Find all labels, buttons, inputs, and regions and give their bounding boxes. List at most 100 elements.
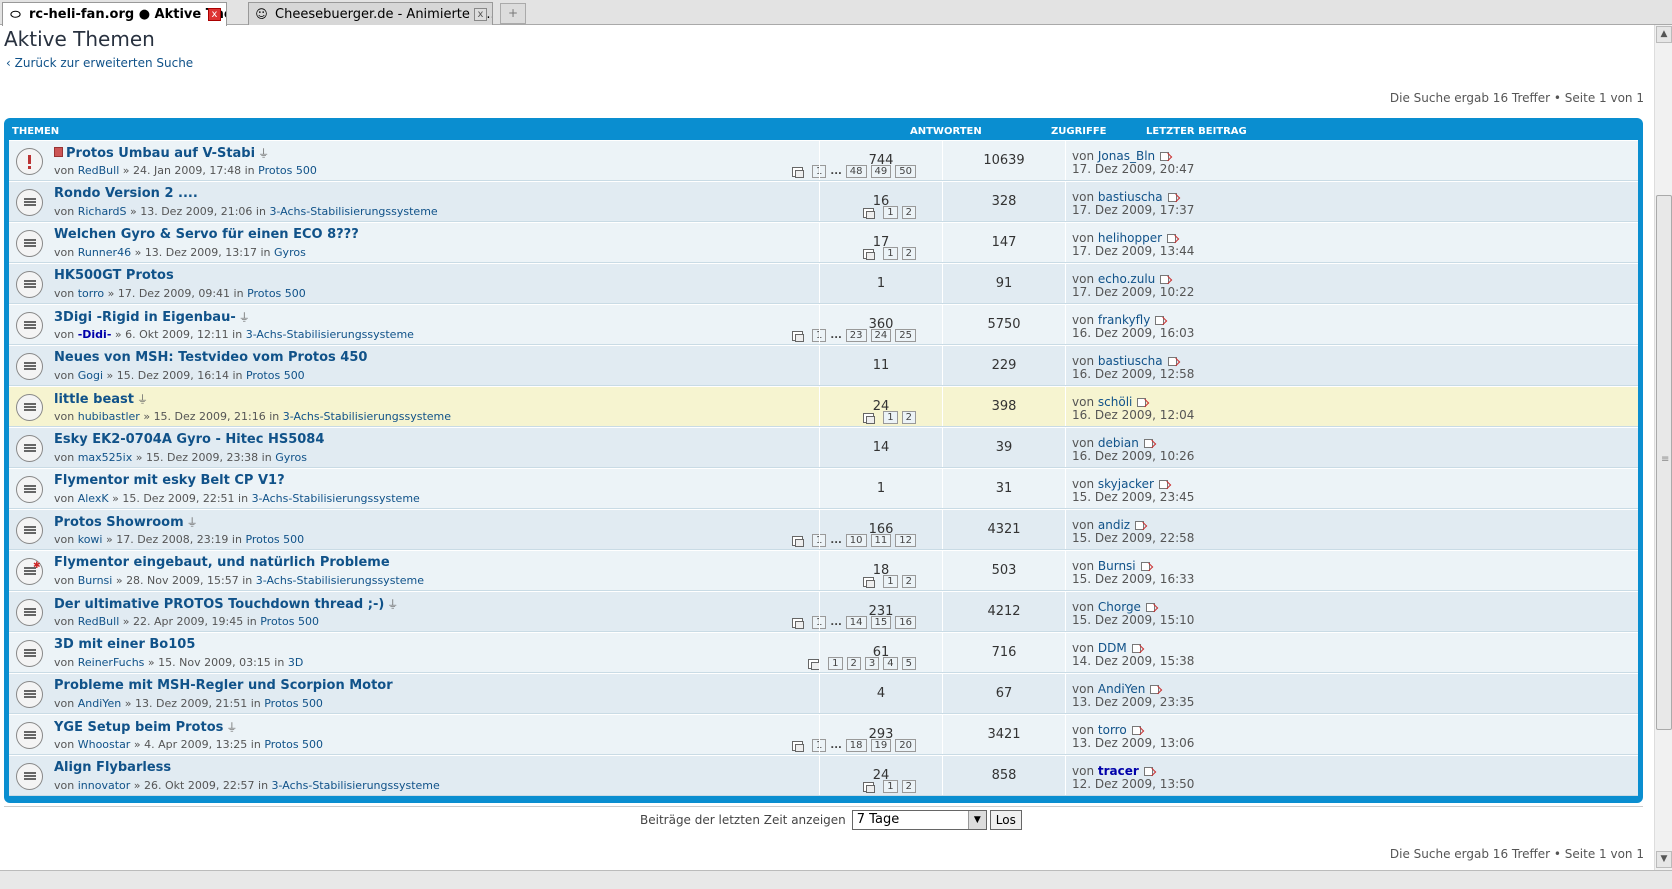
topic-title-link[interactable]: YGE Setup beim Protos ⏚ [54, 719, 237, 735]
topic-title-link[interactable]: Welchen Gyro & Servo für einen ECO 8??? [54, 227, 359, 242]
author-link[interactable]: AlexK [78, 492, 109, 505]
last-post-author[interactable]: bastiuscha [1098, 190, 1163, 204]
last-post-author[interactable]: Burnsi [1098, 559, 1136, 573]
last-post-author[interactable]: Jonas_Bln [1098, 149, 1155, 163]
back-link[interactable]: ‹ Zurück zur erweiterten Suche [6, 56, 193, 70]
forum-link[interactable]: Protos 500 [246, 369, 305, 382]
goto-last-post-icon[interactable] [1155, 316, 1165, 325]
scroll-thumb[interactable]: ≡ [1656, 195, 1672, 730]
topic-title[interactable]: Neues von MSH: Testvideo vom Protos 450 [54, 350, 367, 365]
author-link[interactable]: -Didi- [78, 328, 112, 341]
topic-title[interactable]: Probleme mit MSH-Regler und Scorpion Mot… [54, 678, 393, 693]
scroll-down-icon[interactable]: ▼ [1656, 851, 1672, 868]
last-post-author[interactable]: helihopper [1098, 231, 1162, 245]
author-link[interactable]: RichardS [78, 205, 127, 218]
author-link[interactable]: AndiYen [78, 697, 122, 710]
topic-title-link[interactable]: little beast ⏚ [54, 391, 148, 407]
topic-title-link[interactable]: Flymentor mit esky Belt CP V1? [54, 473, 285, 488]
last-post-author[interactable]: DDM [1098, 641, 1127, 655]
author-link[interactable]: RedBull [78, 615, 120, 628]
forum-link[interactable]: Protos 500 [247, 287, 306, 300]
author-link[interactable]: RedBull [78, 164, 120, 177]
author-link[interactable]: max525ix [78, 451, 133, 464]
time-select[interactable]: 7 Tage ▼ [851, 810, 987, 830]
goto-last-post-icon[interactable] [1131, 644, 1141, 653]
close-tab-icon[interactable]: x [208, 8, 221, 21]
forum-link[interactable]: Protos 500 [264, 738, 323, 751]
topic-title-link[interactable]: Probleme mit MSH-Regler und Scorpion Mot… [54, 678, 393, 693]
goto-last-post-icon[interactable] [1167, 357, 1177, 366]
forum-link[interactable]: Protos 500 [245, 533, 304, 546]
last-post-author[interactable]: tracer [1098, 764, 1139, 778]
goto-last-post-icon[interactable] [1167, 234, 1177, 243]
goto-last-post-icon[interactable] [1135, 521, 1145, 530]
go-button[interactable]: Los [989, 810, 1022, 830]
topic-title[interactable]: Flymentor eingebaut, und natürlich Probl… [54, 555, 390, 570]
back-link-text[interactable]: Zurück zur erweiterten Suche [15, 56, 194, 70]
goto-last-post-icon[interactable] [1167, 193, 1177, 202]
vertical-scrollbar[interactable]: ▲ ≡ ▼ [1654, 25, 1672, 870]
forum-link[interactable]: 3-Achs-Stabilisierungssysteme [269, 205, 437, 218]
last-post-author[interactable]: andiz [1098, 518, 1130, 532]
forum-link[interactable]: Gyros [275, 451, 307, 464]
topic-title-link[interactable]: 3D mit einer Bo105 [54, 637, 195, 652]
goto-last-post-icon[interactable] [1160, 275, 1170, 284]
author-link[interactable]: torro [78, 287, 104, 300]
last-post-author[interactable]: echo.zulu [1098, 272, 1155, 286]
forum-link[interactable]: 3-Achs-Stabilisierungssysteme [272, 779, 440, 792]
author-link[interactable]: Whoostar [78, 738, 131, 751]
last-post-author[interactable]: debian [1098, 436, 1139, 450]
topic-title[interactable]: 3Digi -Rigid in Eigenbau- [54, 310, 236, 325]
topic-title[interactable]: Protos Umbau auf V-Stabi [66, 146, 255, 161]
chevron-down-icon[interactable]: ▼ [967, 811, 986, 829]
topic-title[interactable]: Der ultimative PROTOS Touchdown thread ;… [54, 597, 384, 612]
forum-link[interactable]: Protos 500 [264, 697, 323, 710]
goto-last-post-icon[interactable] [1143, 439, 1153, 448]
topic-title-link[interactable]: Esky EK2-0704A Gyro - Hitec HS5084 [54, 432, 324, 447]
topic-title-link[interactable]: Der ultimative PROTOS Touchdown thread ;… [54, 596, 398, 612]
author-link[interactable]: Runner46 [78, 246, 131, 259]
forum-link[interactable]: 3-Achs-Stabilisierungssysteme [283, 410, 451, 423]
author-link[interactable]: ReinerFuchs [78, 656, 145, 669]
topic-title[interactable]: Rondo Version 2 .... [54, 186, 198, 201]
topic-title-link[interactable]: Align Flybarless [54, 760, 171, 775]
goto-last-post-icon[interactable] [1145, 603, 1155, 612]
topic-title[interactable]: Align Flybarless [54, 760, 171, 775]
goto-last-post-icon[interactable] [1160, 152, 1170, 161]
forum-link[interactable]: 3-Achs-Stabilisierungssysteme [256, 574, 424, 587]
topic-title[interactable]: 3D mit einer Bo105 [54, 637, 195, 652]
topic-title-link[interactable]: Rondo Version 2 .... [54, 186, 198, 201]
new-tab-button[interactable]: + [500, 3, 526, 24]
forum-link[interactable]: 3-Achs-Stabilisierungssysteme [252, 492, 420, 505]
forum-link[interactable]: Protos 500 [258, 164, 317, 177]
author-link[interactable]: Gogi [78, 369, 103, 382]
topic-title[interactable]: Protos Showroom [54, 515, 184, 530]
forum-link[interactable]: Protos 500 [260, 615, 319, 628]
author-link[interactable]: kowi [78, 533, 103, 546]
last-post-author[interactable]: Chorge [1098, 600, 1141, 614]
last-post-author[interactable]: AndiYen [1098, 682, 1146, 696]
goto-last-post-icon[interactable] [1158, 480, 1168, 489]
topic-title[interactable]: little beast [54, 392, 134, 407]
author-link[interactable]: Burnsi [78, 574, 113, 587]
goto-last-post-icon[interactable] [1150, 685, 1160, 694]
last-post-author[interactable]: torro [1098, 723, 1127, 737]
last-post-author[interactable]: skyjacker [1098, 477, 1154, 491]
topic-title-link[interactable]: Flymentor eingebaut, und natürlich Probl… [54, 555, 390, 570]
browser-tab-2[interactable]: ☺ Cheesebuerger.de - Animierte S... x [248, 2, 493, 25]
close-tab-icon[interactable]: x [474, 8, 487, 21]
topic-title[interactable]: Welchen Gyro & Servo für einen ECO 8??? [54, 227, 359, 242]
author-link[interactable]: innovator [78, 779, 131, 792]
topic-title-link[interactable]: Protos Showroom ⏚ [54, 514, 198, 530]
last-post-author[interactable]: frankyfly [1098, 313, 1150, 327]
topic-title-link[interactable]: Neues von MSH: Testvideo vom Protos 450 [54, 350, 367, 365]
topic-title[interactable]: HK500GT Protos [54, 268, 174, 283]
topic-title-link[interactable]: HK500GT Protos [54, 268, 174, 283]
topic-title[interactable]: Flymentor mit esky Belt CP V1? [54, 473, 285, 488]
browser-tab-active[interactable]: ⬭ rc-heli-fan.org ● Aktive The... x [2, 2, 227, 26]
goto-last-post-icon[interactable] [1137, 398, 1147, 407]
goto-last-post-icon[interactable] [1143, 767, 1153, 776]
topic-title[interactable]: Esky EK2-0704A Gyro - Hitec HS5084 [54, 432, 324, 447]
goto-last-post-icon[interactable] [1131, 726, 1141, 735]
scroll-up-icon[interactable]: ▲ [1656, 26, 1672, 43]
